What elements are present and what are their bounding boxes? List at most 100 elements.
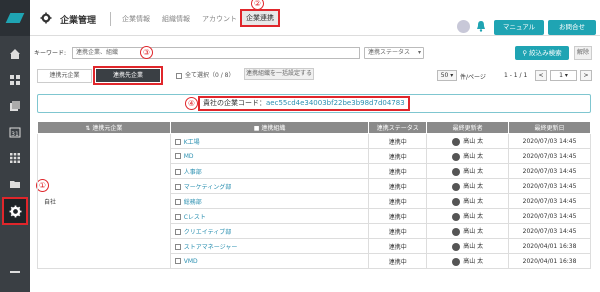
checkbox-icon[interactable] — [174, 184, 181, 190]
avatar[interactable] — [457, 20, 470, 33]
org-link[interactable]: VMD — [184, 258, 198, 265]
next-page-button[interactable]: > — [580, 70, 592, 81]
col-org[interactable]: ■ 連携組織 — [169, 121, 370, 134]
updated-at-cell: 2020/04/01 16:38 — [508, 238, 591, 254]
org-chart-icon[interactable] — [0, 68, 30, 92]
checkbox-icon[interactable] — [174, 258, 181, 264]
status-cell: 連携中 — [368, 193, 428, 209]
manual-button[interactable]: マニュアル — [494, 20, 544, 35]
org-cell[interactable]: K工場 — [169, 133, 370, 149]
col-status[interactable]: 連携ステータス — [368, 121, 428, 134]
col-source-company[interactable]: ⇅ 連携元企業 — [37, 121, 171, 134]
annotation-marker-3: ③ — [140, 46, 153, 59]
org-cell[interactable]: ストアマネージャー — [169, 238, 370, 254]
updater-name: 高山 太 — [463, 168, 484, 176]
page-select[interactable]: 1 ▾ — [550, 70, 577, 81]
table-row: 自社 K工場 連携中 高山 太 2020/07/03 14:45 — [37, 133, 591, 269]
company-code-value[interactable]: aec55cd4e34003bf22be3b98d7d04783 — [266, 99, 405, 107]
updater-name: 高山 太 — [463, 138, 484, 146]
status-cell: 連携中 — [368, 208, 428, 224]
tab-target-company[interactable]: 連携先企業 — [96, 69, 160, 82]
table-header-row: ⇅ 連携元企業 ■ 連携組織 連携ステータス 最終更新者 最終更新日 — [37, 121, 591, 134]
user-avatar-icon — [452, 182, 461, 191]
org-link[interactable]: 人事部 — [184, 169, 202, 176]
org-link[interactable]: マーケティング部 — [184, 184, 232, 191]
prev-page-button[interactable]: < — [535, 70, 547, 81]
updated-at-cell: 2020/07/03 14:45 — [508, 178, 591, 194]
org-cell[interactable]: マーケティング部 — [169, 178, 370, 194]
link-table: ⇅ 連携元企業 ■ 連携組織 連携ステータス 最終更新者 最終更新日 自社 K工場… — [37, 121, 591, 269]
folder-icon[interactable] — [0, 172, 30, 196]
status-select[interactable]: 連携ステータス ▾ — [364, 47, 424, 59]
org-cell[interactable]: クリエイティブ部 — [169, 223, 370, 239]
app-logo[interactable] — [0, 0, 30, 36]
updated-at-cell: 2020/07/03 14:45 — [508, 133, 591, 149]
company-code-label: 貴社の企業コード： — [203, 99, 266, 107]
documents-icon[interactable] — [0, 94, 30, 118]
status-cell: 連携中 — [368, 133, 428, 149]
updater-cell: 高山 太 — [426, 223, 510, 239]
company-code-box: ④ 貴社の企業コード：aec55cd4e34003bf22be3b98d7d04… — [37, 94, 591, 113]
updater-cell: 高山 太 — [426, 148, 510, 164]
org-link[interactable]: K工場 — [184, 139, 200, 146]
updater-name: 高山 太 — [463, 228, 484, 236]
calendar-icon[interactable]: 31 — [0, 120, 30, 144]
per-page-select[interactable]: 50 ▾ — [437, 70, 457, 81]
select-all-checkbox[interactable]: 全て選択（0 / 8） — [176, 70, 234, 79]
more-icon[interactable] — [0, 260, 30, 284]
col-updated-at[interactable]: 最終更新日 — [508, 121, 591, 134]
bell-icon[interactable] — [476, 20, 486, 34]
bulk-set-button[interactable]: 連携組織を一括設定する — [244, 68, 314, 80]
org-link[interactable]: ストアマネージャー — [184, 244, 238, 251]
divider — [110, 12, 111, 26]
checkbox-icon[interactable] — [174, 153, 181, 159]
checkbox-icon[interactable] — [174, 199, 181, 205]
col-source-company-label: 連携元企業 — [92, 125, 123, 132]
annotation-marker-4: ④ — [185, 97, 198, 110]
checkbox-icon[interactable] — [174, 139, 181, 145]
updated-at-cell: 2020/07/03 14:45 — [508, 193, 591, 209]
updater-name: 高山 太 — [463, 258, 484, 266]
org-cell[interactable]: VMD — [169, 253, 370, 269]
updater-cell: 高山 太 — [426, 208, 510, 224]
col-updater[interactable]: 最終更新者 — [426, 121, 510, 134]
status-cell: 連携中 — [368, 178, 428, 194]
select-all-label: 全て選択（0 / 8） — [185, 72, 235, 79]
keyword-input[interactable]: 連携企業、組織 — [72, 47, 360, 59]
updater-name: 高山 太 — [463, 198, 484, 206]
checkbox-icon[interactable] — [174, 229, 181, 235]
contact-button[interactable]: お問合せ — [548, 20, 596, 35]
clear-button[interactable]: 解除 — [574, 46, 592, 60]
user-avatar-icon — [452, 197, 461, 206]
org-cell[interactable]: 人事部 — [169, 163, 370, 179]
org-link[interactable]: MD — [184, 153, 194, 160]
tab-org-info[interactable]: 組織情報 — [162, 14, 190, 24]
updater-name: 高山 太 — [463, 213, 484, 221]
user-avatar-icon — [452, 212, 461, 221]
status-cell: 連携中 — [368, 238, 428, 254]
checkbox-icon[interactable] — [174, 244, 181, 250]
grid-icon[interactable] — [0, 146, 30, 170]
status-select-label: 連携ステータス — [368, 49, 411, 56]
org-cell[interactable]: Cレスト — [169, 208, 370, 224]
settings-gear-icon[interactable] — [2, 197, 28, 225]
updater-cell: 高山 太 — [426, 133, 510, 149]
org-link[interactable]: クリエイティブ部 — [184, 229, 232, 236]
org-link[interactable]: Cレスト — [184, 214, 206, 221]
checkbox-icon[interactable] — [174, 169, 181, 175]
updater-name: 高山 太 — [463, 183, 484, 191]
org-cell[interactable]: 総務部 — [169, 193, 370, 209]
tab-source-company[interactable]: 連携元企業 — [37, 69, 92, 83]
search-button[interactable]: ⚲ 絞込み検索 — [515, 46, 569, 60]
svg-text:31: 31 — [11, 131, 19, 138]
org-link[interactable]: 総務部 — [184, 199, 202, 206]
updated-at-cell: 2020/07/03 14:45 — [508, 148, 591, 164]
checkbox-icon[interactable] — [174, 214, 181, 220]
updater-name: 高山 太 — [463, 153, 484, 161]
tab-account[interactable]: アカウント — [202, 14, 237, 24]
home-icon[interactable] — [0, 42, 30, 66]
tab-company-link[interactable]: 企業連携 — [240, 9, 280, 27]
tab-company-info[interactable]: 企業情報 — [122, 14, 150, 24]
org-cell[interactable]: MD — [169, 148, 370, 164]
updated-at-cell: 2020/04/01 16:38 — [508, 253, 591, 269]
